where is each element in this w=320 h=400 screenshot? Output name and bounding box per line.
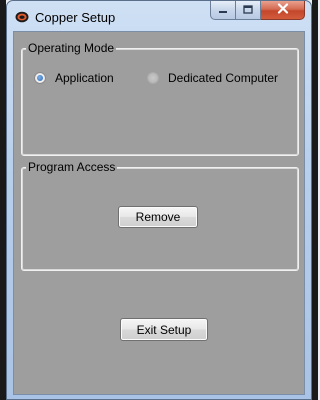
minimize-icon	[218, 1, 228, 19]
dedicated-computer-radio-option[interactable]: Dedicated Computer	[147, 71, 278, 85]
application-radio-option[interactable]: Application	[34, 71, 114, 85]
setup-window: Copper Setup Operating Mode Application …	[6, 0, 312, 400]
exit-setup-button[interactable]: Exit Setup	[120, 318, 208, 341]
radio-selected-dot	[37, 75, 43, 81]
operating-mode-legend: Operating Mode	[26, 41, 117, 55]
operating-mode-group: Operating Mode Application Dedicated Com…	[21, 41, 299, 156]
application-radio-label[interactable]: Application	[55, 71, 114, 85]
close-button[interactable]	[261, 1, 305, 20]
minimize-button[interactable]	[210, 1, 236, 20]
program-access-legend: Program Access	[26, 160, 118, 174]
maximize-icon	[243, 1, 253, 19]
copper-app-icon	[15, 10, 29, 23]
program-access-group: Program Access Remove	[21, 160, 299, 271]
remove-button[interactable]: Remove	[118, 206, 198, 228]
caption-buttons	[210, 1, 305, 21]
title-bar[interactable]: Copper Setup	[7, 1, 311, 31]
dedicated-computer-radio-label[interactable]: Dedicated Computer	[168, 71, 278, 85]
close-icon	[277, 1, 289, 19]
background-strip-right	[312, 0, 318, 400]
application-radio[interactable]	[34, 72, 46, 84]
dedicated-computer-radio[interactable]	[147, 72, 159, 84]
window-client-area: Operating Mode Application Dedicated Com…	[13, 31, 305, 395]
maximize-button[interactable]	[236, 1, 261, 20]
window-title: Copper Setup	[35, 10, 116, 25]
